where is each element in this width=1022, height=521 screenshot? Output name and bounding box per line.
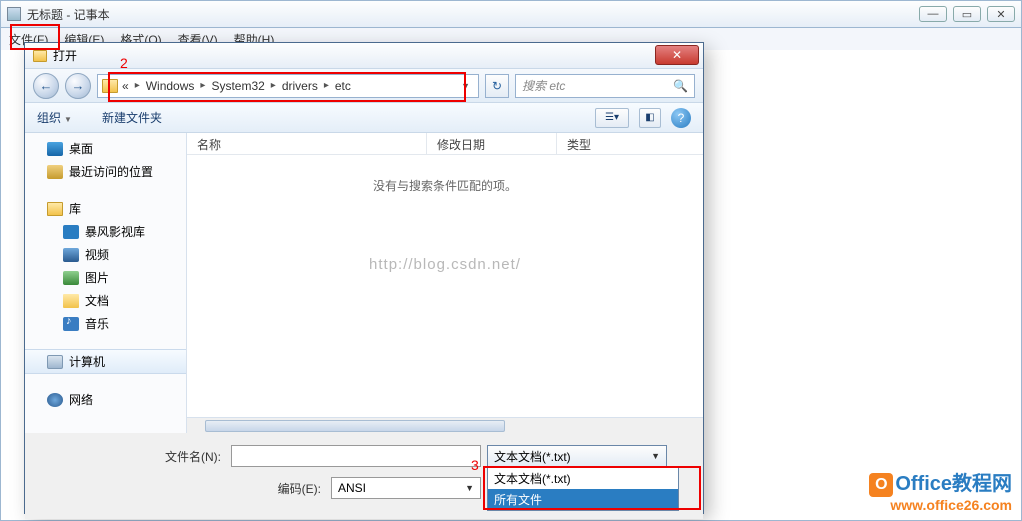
tree-item-computer[interactable]: 计算机 (25, 349, 186, 374)
horizontal-scrollbar[interactable] (187, 417, 703, 433)
folder-icon (33, 50, 47, 62)
documents-icon (63, 294, 79, 308)
network-icon (47, 393, 63, 407)
column-date[interactable]: 修改日期 (427, 133, 557, 154)
dialog-close-button[interactable]: ✕ (655, 45, 699, 65)
column-type[interactable]: 类型 (557, 133, 657, 154)
tree-item-baofeng[interactable]: 暴风影视库 (25, 220, 186, 243)
empty-message: 没有与搜索条件匹配的项。 (187, 177, 703, 194)
tree-item-pictures[interactable]: 图片 (25, 266, 186, 289)
view-mode-button[interactable]: ☰▾ (595, 108, 629, 128)
dialog-toolbar: 组织▼ 新建文件夹 ☰▾ ◧ ? (25, 103, 703, 133)
encoding-select[interactable]: ANSI ▼ (331, 477, 481, 499)
breadcrumb-item[interactable]: etc (335, 79, 351, 93)
encoding-label: 编码(E): (41, 480, 331, 497)
nav-back-button[interactable]: ← (33, 73, 59, 99)
logo-title: OOffice教程网 (869, 467, 1012, 497)
chevron-down-icon: ▼ (651, 451, 660, 461)
dropdown-option-all[interactable]: 所有文件 (488, 489, 678, 510)
video-icon (63, 248, 79, 262)
libraries-icon (47, 202, 63, 216)
dropdown-option-txt[interactable]: 文本文档(*.txt) (488, 468, 678, 489)
navigation-tree: 桌面 最近访问的位置 库 暴风影视库 视频 图片 文档 音乐 计算机 网络 (25, 133, 187, 433)
recent-icon (47, 165, 63, 179)
search-input[interactable]: 搜索 etc 🔍 (515, 74, 695, 98)
annotation-label-3: 3 (471, 457, 479, 473)
minimize-button[interactable]: — (919, 6, 947, 22)
tree-item-libraries[interactable]: 库 (25, 197, 186, 220)
notepad-icon (7, 7, 21, 21)
chevron-right-icon: ▸ (135, 80, 140, 91)
chevron-right-icon: ▸ (271, 80, 276, 91)
organize-button[interactable]: 组织▼ (37, 109, 72, 126)
breadcrumb-prefix: « (122, 79, 129, 93)
tree-item-recent[interactable]: 最近访问的位置 (25, 160, 186, 183)
pictures-icon (63, 271, 79, 285)
column-headers: 名称 修改日期 类型 (187, 133, 703, 155)
notepad-titlebar: 无标题 - 记事本 — ▭ ✕ (0, 0, 1022, 28)
chevron-right-icon: ▸ (324, 80, 329, 91)
refresh-button[interactable]: ↻ (485, 74, 509, 98)
nav-forward-button[interactable]: → (65, 73, 91, 99)
chevron-down-icon: ▼ (465, 483, 474, 493)
open-file-dialog: 打开 ✕ ← → « ▸ Windows ▸ System32 ▸ driver… (24, 42, 704, 514)
filename-label: 文件名(N): (41, 448, 231, 465)
chevron-down-icon[interactable]: ▼ (457, 81, 474, 91)
address-bar[interactable]: « ▸ Windows ▸ System32 ▸ drivers ▸ etc ▼ (97, 74, 479, 98)
close-button[interactable]: ✕ (987, 6, 1015, 22)
site-logo: OOffice教程网 www.office26.com (869, 467, 1012, 513)
encoding-value: ANSI (338, 481, 366, 495)
watermark-text: http://blog.csdn.net/ (187, 256, 703, 273)
tree-item-documents[interactable]: 文档 (25, 289, 186, 312)
logo-badge-icon: O (869, 473, 893, 497)
maximize-button[interactable]: ▭ (953, 6, 981, 22)
tree-item-network[interactable]: 网络 (25, 388, 186, 411)
search-placeholder: 搜索 etc (522, 77, 565, 94)
video-library-icon (63, 225, 79, 239)
notepad-title-text: 无标题 - 记事本 (27, 6, 110, 23)
file-list-area: 名称 修改日期 类型 没有与搜索条件匹配的项。 http://blog.csdn… (187, 133, 703, 433)
music-icon (63, 317, 79, 331)
breadcrumb-item[interactable]: drivers (282, 79, 318, 93)
help-button[interactable]: ? (671, 108, 691, 128)
column-name[interactable]: 名称 (187, 133, 427, 154)
tree-item-videos[interactable]: 视频 (25, 243, 186, 266)
scrollbar-thumb[interactable] (205, 420, 505, 432)
navigation-row: ← → « ▸ Windows ▸ System32 ▸ drivers ▸ e… (25, 69, 703, 103)
dialog-title-text: 打开 (53, 47, 77, 64)
annotation-label-2: 2 (120, 55, 128, 71)
preview-pane-button[interactable]: ◧ (639, 108, 661, 128)
breadcrumb-item[interactable]: System32 (211, 79, 264, 93)
file-type-select[interactable]: 文本文档(*.txt) ▼ (487, 445, 667, 467)
file-type-dropdown: 文本文档(*.txt) 所有文件 (487, 467, 679, 511)
filename-input[interactable] (231, 445, 481, 467)
folder-icon (102, 79, 118, 93)
tree-item-desktop[interactable]: 桌面 (25, 137, 186, 160)
new-folder-button[interactable]: 新建文件夹 (102, 109, 162, 126)
file-type-value: 文本文档(*.txt) (494, 448, 571, 465)
computer-icon (47, 355, 63, 369)
chevron-right-icon: ▸ (200, 80, 205, 91)
logo-url: www.office26.com (869, 497, 1012, 513)
breadcrumb-item[interactable]: Windows (146, 79, 195, 93)
desktop-icon (47, 142, 63, 156)
search-icon: 🔍 (673, 79, 688, 93)
tree-item-music[interactable]: 音乐 (25, 312, 186, 335)
